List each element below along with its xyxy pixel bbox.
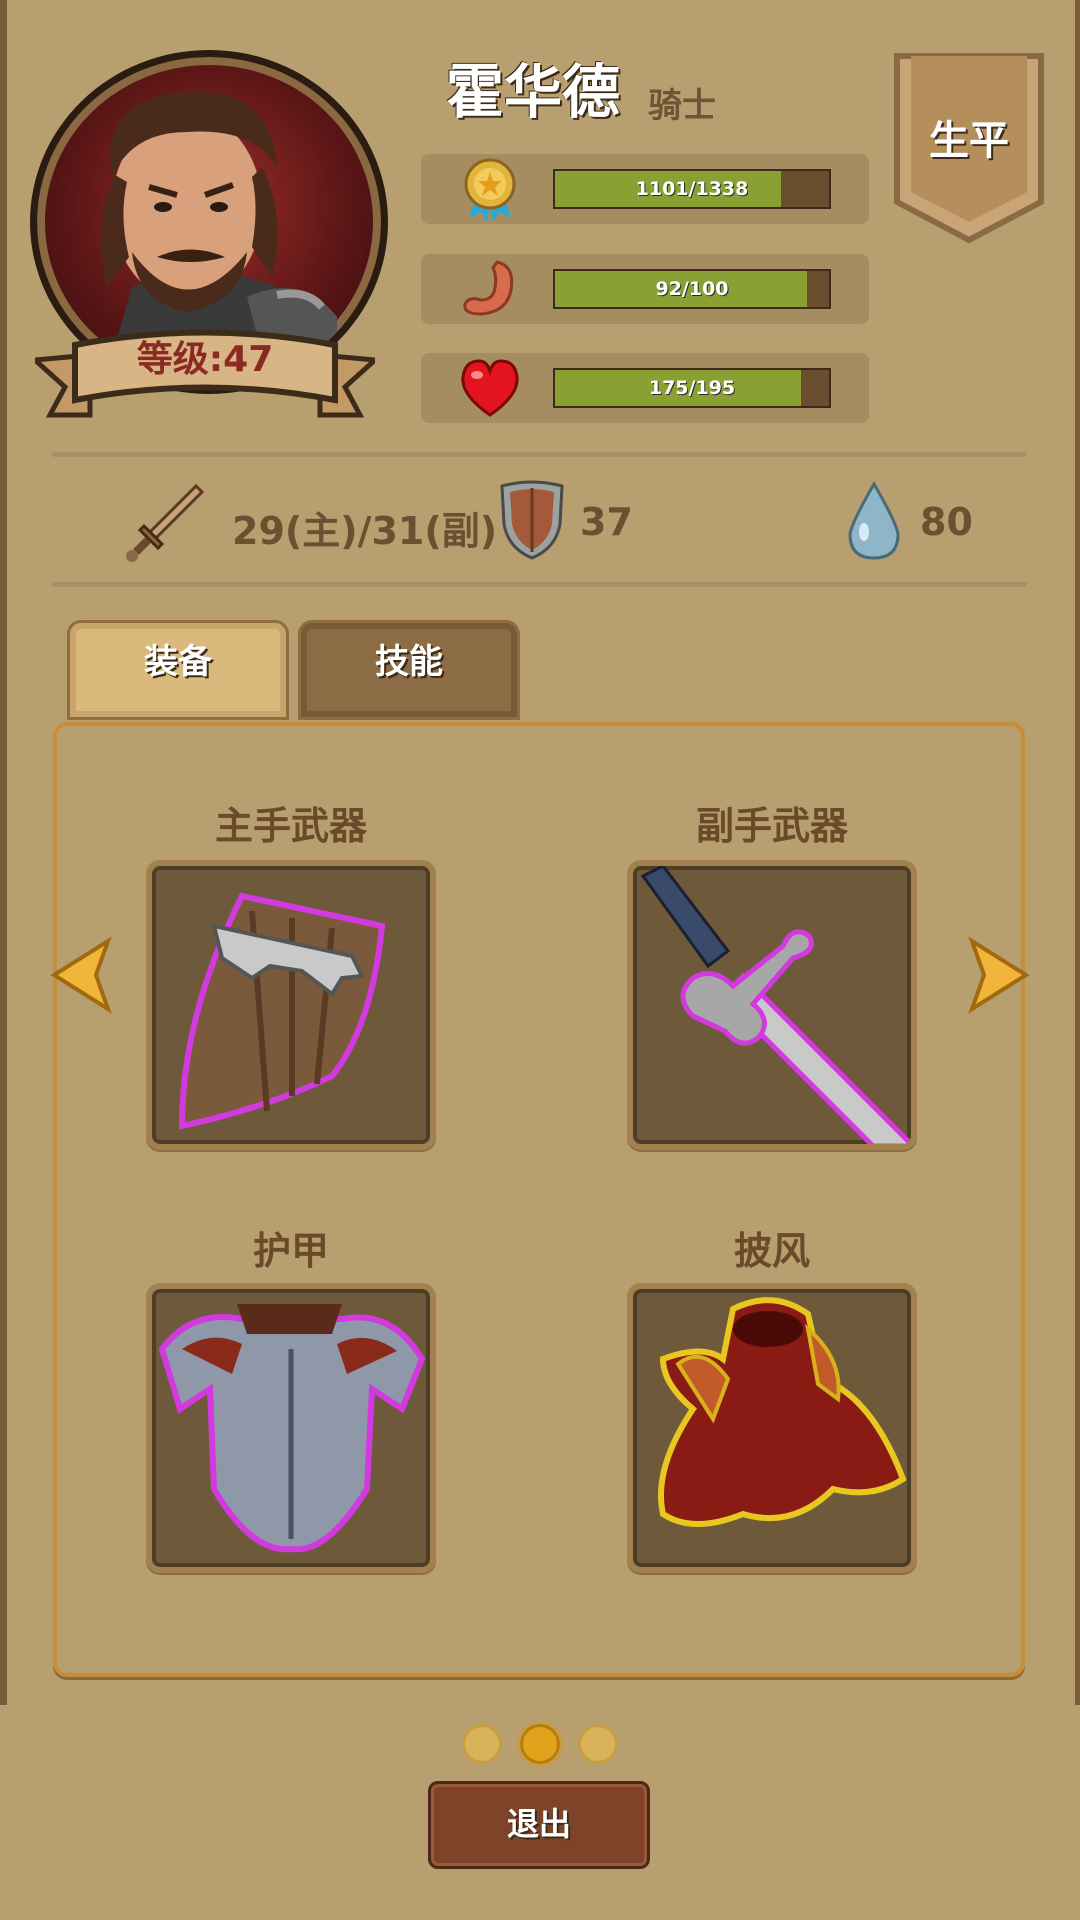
water-value: 80 <box>920 500 973 544</box>
slot-label-cape: 披风 <box>733 1229 810 1273</box>
cape-icon <box>658 1297 907 1527</box>
cape-slot[interactable] <box>627 1283 917 1573</box>
armor-slot[interactable] <box>146 1283 436 1573</box>
life-story-label: 生平 <box>929 118 1009 164</box>
page-border-right <box>1075 0 1080 1705</box>
slot-label-off-weapon: 副手武器 <box>695 804 848 848</box>
exit-button[interactable]: 退出 <box>428 1781 650 1869</box>
divider-top <box>52 452 1027 457</box>
hero-name: 霍华德 <box>446 58 621 126</box>
main-weapon-slot[interactable] <box>146 860 436 1150</box>
level-label: 等级:47 <box>136 339 274 380</box>
tab-equipment[interactable]: 装备 <box>67 620 289 720</box>
arrow-right-icon[interactable] <box>964 935 1034 1015</box>
defense-value: 37 <box>580 500 633 544</box>
sword-attack-icon <box>126 483 205 562</box>
xp-bar: 1101/1338 <box>553 169 831 209</box>
xp-value: 1101/1338 <box>635 178 749 200</box>
divider-bottom <box>52 582 1027 587</box>
page-dot-2[interactable] <box>520 1724 560 1764</box>
slot-label-armor: 护甲 <box>252 1229 329 1273</box>
water-drop-icon <box>848 481 900 560</box>
health-value: 175/195 <box>648 377 736 399</box>
hero-class: 骑士 <box>648 86 716 126</box>
hunger-bar: 92/100 <box>553 269 831 309</box>
page-dot-3[interactable] <box>578 1724 618 1764</box>
health-bar: 175/195 <box>553 368 831 408</box>
shield-defense-icon <box>500 480 564 560</box>
stomach-icon <box>463 260 514 316</box>
off-weapon-slot[interactable] <box>627 860 917 1150</box>
attack-value: 29(主)/31(副) <box>232 509 498 553</box>
page-border-left <box>0 0 7 1705</box>
medal-icon <box>464 158 516 222</box>
slot-label-main-weapon: 主手武器 <box>214 804 367 848</box>
tab-skills[interactable]: 技能 <box>298 620 520 720</box>
page-dot-1[interactable] <box>462 1724 502 1764</box>
shield-icon <box>178 892 386 1130</box>
armor-icon <box>158 1304 426 1553</box>
heart-icon <box>461 359 519 417</box>
sword-icon <box>640 866 911 1144</box>
hunger-value: 92/100 <box>655 278 729 300</box>
arrow-left-icon[interactable] <box>46 935 116 1015</box>
